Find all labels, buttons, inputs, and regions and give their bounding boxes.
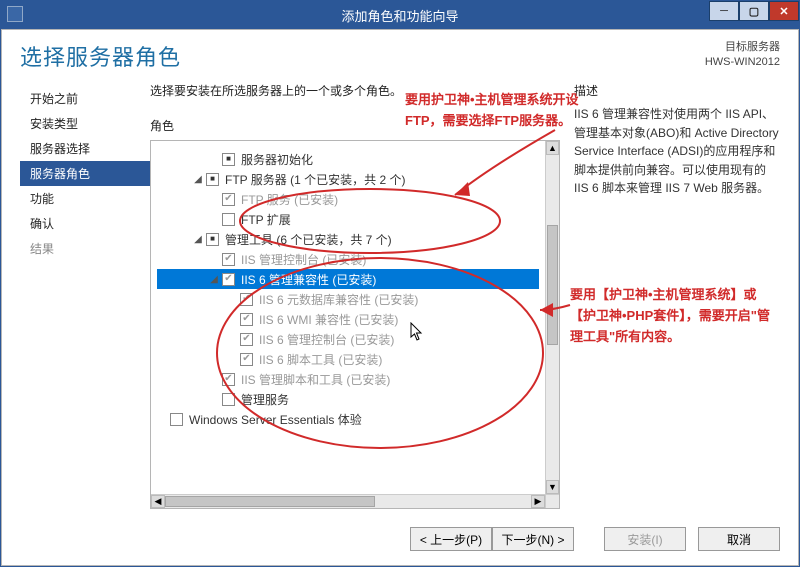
checkbox[interactable] [222,373,235,386]
checkbox[interactable] [206,233,219,246]
tree-row-6[interactable]: ◢ IIS 6 管理兼容性 (已安装) [157,269,539,289]
target-label: 目标服务器 [705,40,780,55]
sidebar-item-3[interactable]: 服务器角色 [20,161,150,186]
tree-row-11[interactable]: IIS 管理脚本和工具 (已安装) [157,369,539,389]
checkbox[interactable] [240,293,253,306]
scroll-corner [545,494,559,508]
checkbox[interactable] [240,313,253,326]
tree-row-label: 管理工具 (6 个已安装，共 7 个) [225,231,392,248]
sidebar-item-1[interactable]: 安装类型 [20,111,150,136]
tree-row-label: 管理服务 [241,391,289,408]
tree-row-label: IIS 6 管理控制台 (已安装) [259,331,394,348]
tree-row-label: 服务器初始化 [241,151,313,168]
sidebar-item-6: 结果 [20,236,150,261]
checkbox[interactable] [222,393,235,406]
vertical-scrollbar[interactable]: ▲ ▼ [545,141,559,494]
checkbox[interactable] [222,253,235,266]
checkbox[interactable] [170,413,183,426]
checkbox[interactable] [222,153,235,166]
content-area: 选择服务器角色 目标服务器 HWS-WIN2012 开始之前安装类型服务器选择服… [1,29,799,566]
cancel-button[interactable]: 取消 [698,527,780,551]
button-row: < 上一步(P) 下一步(N) > 安装(I) 取消 [20,527,780,551]
sidebar-item-0[interactable]: 开始之前 [20,86,150,111]
checkbox[interactable] [222,273,235,286]
sidebar-item-4[interactable]: 功能 [20,186,150,211]
tree-row-5[interactable]: IIS 管理控制台 (已安装) [157,249,539,269]
tree-row-1[interactable]: ◢ FTP 服务器 (1 个已安装，共 2 个) [157,169,539,189]
center-column: 选择要安装在所选服务器上的一个或多个角色。 角色 服务器初始化 ◢ FTP 服务器 … [150,82,570,509]
wizard-window: 添加角色和功能向导 ─ ▢ ✕ 选择服务器角色 目标服务器 HWS-WIN201… [0,0,800,567]
expander-icon[interactable]: ◢ [193,234,203,245]
tree-row-label: IIS 6 管理兼容性 (已安装) [241,271,376,288]
tree-row-2[interactable]: FTP 服务 (已安装) [157,189,539,209]
instruction-text: 选择要安装在所选服务器上的一个或多个角色。 [150,82,560,99]
tree-row-label: FTP 扩展 [241,211,291,228]
checkbox[interactable] [206,173,219,186]
main-area: 开始之前安装类型服务器选择服务器角色功能确认结果 选择要安装在所选服务器上的一个… [20,82,780,509]
tree-row-8[interactable]: IIS 6 WMI 兼容性 (已安装) [157,309,539,329]
close-button[interactable]: ✕ [769,1,799,21]
tree-row-4[interactable]: ◢ 管理工具 (6 个已安装，共 7 个) [157,229,539,249]
maximize-button[interactable]: ▢ [739,1,769,21]
install-button: 安装(I) [604,527,686,551]
tree-row-12[interactable]: 管理服务 [157,389,539,409]
scroll-down-arrow[interactable]: ▼ [546,480,559,494]
checkbox[interactable] [240,333,253,346]
previous-button[interactable]: < 上一步(P) [410,527,492,551]
description-text: IIS 6 管理兼容性对使用两个 IIS API、管理基本对象(ABO)和 Ac… [574,105,780,198]
target-server-info: 目标服务器 HWS-WIN2012 [705,40,780,71]
expander-icon[interactable]: ◢ [209,274,219,285]
horizontal-scrollbar[interactable]: ◀ ▶ [151,494,545,508]
header-row: 选择服务器角色 目标服务器 HWS-WIN2012 [20,40,780,72]
tree-row-0[interactable]: 服务器初始化 [157,149,539,169]
tree-row-3[interactable]: FTP 扩展 [157,209,539,229]
expander-icon[interactable]: ◢ [193,174,203,185]
tree-row-label: IIS 管理控制台 (已安装) [241,251,366,268]
window-title: 添加角色和功能向导 [341,6,458,25]
roles-label: 角色 [150,117,560,134]
next-button[interactable]: 下一步(N) > [492,527,574,551]
checkbox[interactable] [222,213,235,226]
checkbox[interactable] [240,353,253,366]
description-head: 描述 [574,82,780,99]
scroll-right-arrow[interactable]: ▶ [531,495,545,508]
scroll-h-thumb[interactable] [165,496,375,507]
wizard-sidebar: 开始之前安装类型服务器选择服务器角色功能确认结果 [20,82,150,509]
target-value: HWS-WIN2012 [705,55,780,70]
roles-tree: 服务器初始化 ◢ FTP 服务器 (1 个已安装，共 2 个) FTP 服务 (已安装… [150,140,560,509]
scroll-v-thumb[interactable] [547,225,558,345]
tree-row-label: IIS 6 WMI 兼容性 (已安装) [259,311,398,328]
titlebar: 添加角色和功能向导 ─ ▢ ✕ [1,1,799,29]
tree-row-10[interactable]: IIS 6 脚本工具 (已安装) [157,349,539,369]
scroll-v-track[interactable] [546,155,559,480]
checkbox[interactable] [222,193,235,206]
tree-row-label: IIS 6 元数据库兼容性 (已安装) [259,291,418,308]
description-column: 描述 IIS 6 管理兼容性对使用两个 IIS API、管理基本对象(ABO)和… [570,82,780,509]
tree-row-label: Windows Server Essentials 体验 [189,411,362,428]
tree-row-label: FTP 服务 (已安装) [241,191,338,208]
roles-tree-inner[interactable]: 服务器初始化 ◢ FTP 服务器 (1 个已安装，共 2 个) FTP 服务 (已安装… [151,141,545,494]
scroll-h-track[interactable] [165,495,531,508]
sidebar-item-5[interactable]: 确认 [20,211,150,236]
tree-row-label: IIS 管理脚本和工具 (已安装) [241,371,390,388]
app-icon [7,6,23,22]
tree-row-label: IIS 6 脚本工具 (已安装) [259,351,382,368]
tree-row-9[interactable]: IIS 6 管理控制台 (已安装) [157,329,539,349]
tree-row-7[interactable]: IIS 6 元数据库兼容性 (已安装) [157,289,539,309]
window-controls: ─ ▢ ✕ [709,1,799,23]
scroll-left-arrow[interactable]: ◀ [151,495,165,508]
page-title: 选择服务器角色 [20,40,181,72]
scroll-up-arrow[interactable]: ▲ [546,141,559,155]
tree-row-label: FTP 服务器 (1 个已安装，共 2 个) [225,171,405,188]
tree-row-13[interactable]: Windows Server Essentials 体验 [157,409,539,429]
minimize-button[interactable]: ─ [709,1,739,21]
sidebar-item-2[interactable]: 服务器选择 [20,136,150,161]
